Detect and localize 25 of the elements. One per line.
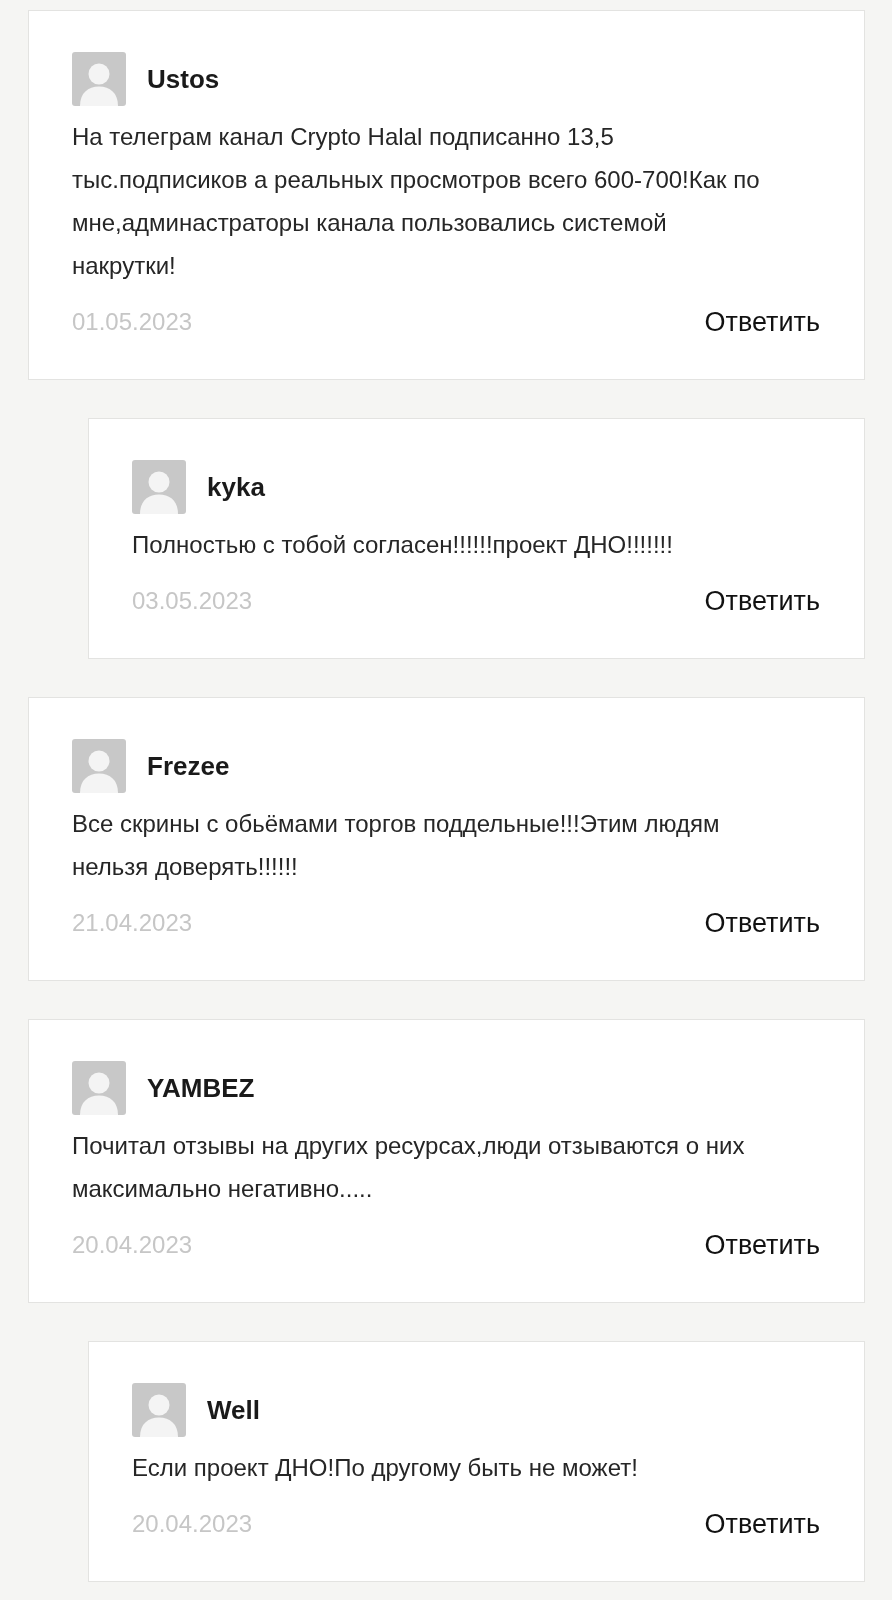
author-name: Frezee bbox=[147, 750, 230, 782]
comment-text: Полностью с тобой согласен!!!!!!проект ДНО!!!!!!! bbox=[132, 530, 674, 560]
reply-link[interactable]: Ответить bbox=[704, 1229, 820, 1261]
comment-text: Почитал отзывы на других ресурсах,люди отзываются о них максимально негативно..... bbox=[72, 1131, 746, 1204]
avatar-icon bbox=[72, 739, 126, 793]
author-name: YAMBEZ bbox=[147, 1072, 255, 1104]
comment-text: Все скрины с обьёмами торгов поддельные!!!Этим людям нельзя доверять!!!!!! bbox=[72, 809, 721, 882]
avatar-icon bbox=[132, 460, 186, 514]
author-name: Ustos bbox=[147, 63, 220, 95]
comment-date: 20.04.2023 bbox=[72, 1231, 193, 1259]
comment-date: 21.04.2023 bbox=[72, 909, 193, 937]
reply-link[interactable]: Ответить bbox=[704, 585, 820, 617]
comment-date: 03.05.2023 bbox=[132, 587, 253, 615]
author-name: kyka bbox=[207, 471, 265, 503]
avatar-icon bbox=[72, 1061, 126, 1115]
comment-text: Если проект ДНО!По другому быть не может! bbox=[132, 1453, 639, 1483]
avatar-icon bbox=[72, 52, 126, 106]
avatar-icon bbox=[132, 1383, 186, 1437]
comment-date: 01.05.2023 bbox=[72, 308, 193, 336]
reply-link[interactable]: Ответить bbox=[704, 907, 820, 939]
comment-date: 20.04.2023 bbox=[132, 1510, 253, 1538]
reply-link[interactable]: Ответить bbox=[704, 306, 820, 338]
author-name: Well bbox=[207, 1394, 260, 1426]
comment-text: На телеграм канал Crypto Halal подписанно 13,5 тыс.подписиков а реальных просмотров всего 600-700!Как по мне,админастраторы канала пользовались системой накрутки! bbox=[72, 122, 761, 281]
reply-link[interactable]: Ответить bbox=[704, 1508, 820, 1540]
